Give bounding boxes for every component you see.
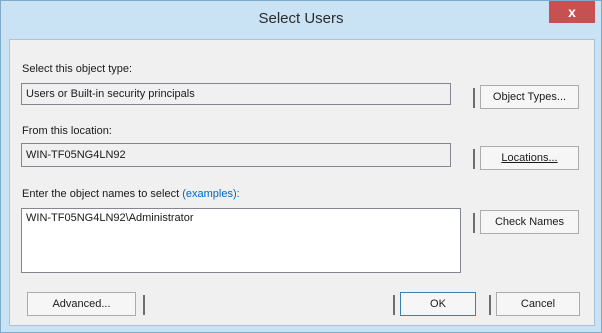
button-separator (393, 295, 395, 315)
dialog-title: Select Users (258, 10, 344, 27)
check-names-button-label: Check Names (494, 216, 565, 228)
object-type-field: Users or Built-in security principals (21, 83, 451, 105)
object-names-input[interactable]: WIN-TF05NG4LN92\Administrator (21, 208, 461, 273)
advanced-button[interactable]: Advanced... (27, 292, 145, 316)
button-separator (473, 88, 475, 108)
button-separator (143, 295, 145, 315)
object-names-label: Enter the object names to select (exampl… (22, 188, 240, 200)
location-label: From this location: (22, 125, 112, 137)
button-separator (473, 213, 475, 233)
cancel-button[interactable]: Cancel (489, 292, 580, 316)
examples-link[interactable]: (examples): (182, 188, 239, 200)
check-names-button[interactable]: Check Names (473, 210, 579, 234)
button-separator (489, 295, 491, 315)
ok-button-label: OK (430, 298, 446, 310)
dialog-body: Select this object type: Users or Built-… (9, 39, 595, 326)
object-types-button[interactable]: Object Types... (473, 85, 579, 109)
title-bar[interactable]: Select Users x (1, 1, 601, 37)
location-field: WIN-TF05NG4LN92 (21, 143, 451, 167)
button-separator (473, 149, 475, 169)
object-names-label-text: Enter the object names to select (22, 188, 180, 200)
ok-button[interactable]: OK (393, 292, 476, 316)
close-button[interactable]: x (549, 1, 595, 23)
close-icon: x (568, 4, 576, 20)
cancel-button-label: Cancel (520, 298, 556, 310)
locations-button-label: Locations... (501, 152, 558, 164)
locations-button[interactable]: Locations... (473, 146, 579, 170)
object-types-button-label: Object Types... (492, 91, 567, 103)
advanced-button-label: Advanced... (52, 298, 111, 310)
select-users-dialog: Select Users x Select this object type: … (0, 0, 602, 333)
object-type-label: Select this object type: (22, 63, 133, 75)
